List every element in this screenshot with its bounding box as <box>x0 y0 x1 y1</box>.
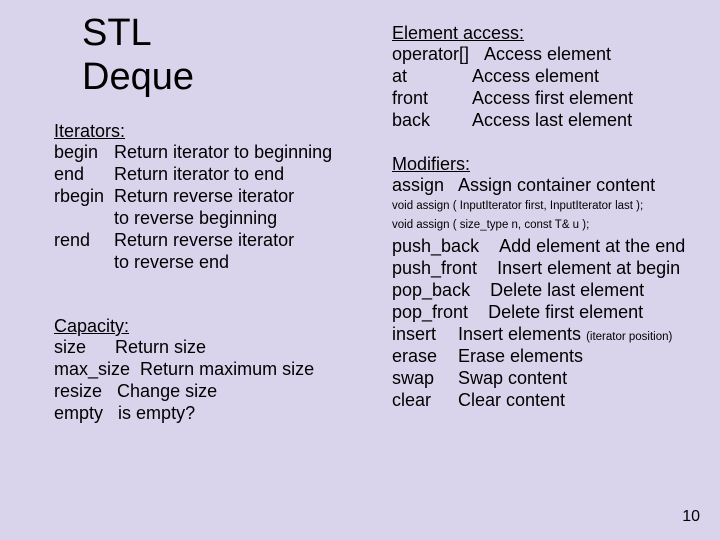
list-item: operator[] Access element <box>392 44 696 66</box>
title-line1: STL <box>82 12 152 54</box>
term: assign <box>392 175 458 197</box>
term: empty <box>54 403 103 423</box>
term: back <box>392 110 472 132</box>
desc: Return iterator to end <box>114 164 374 186</box>
list-item: to reverse beginning <box>54 208 374 230</box>
desc: Delete last element <box>490 280 644 300</box>
desc-text: Insert elements <box>458 324 581 344</box>
term: begin <box>54 142 114 164</box>
term: max_size <box>54 359 130 379</box>
desc: Change size <box>117 381 217 401</box>
desc: Add element at the end <box>499 236 685 256</box>
list-item: pop_front Delete first element <box>392 302 696 324</box>
term: at <box>392 66 472 88</box>
desc: Access element <box>484 44 696 66</box>
term: swap <box>392 368 458 390</box>
term: insert <box>392 324 458 346</box>
list-item: resize Change size <box>54 381 374 403</box>
list-item: push_front Insert element at begin <box>392 258 696 280</box>
desc: Insert element at begin <box>497 258 680 278</box>
desc: Access last element <box>472 110 696 132</box>
assign-signature-2: void assign ( size_type n, const T& u ); <box>392 218 696 232</box>
list-item: to reverse end <box>54 252 374 274</box>
term: front <box>392 88 472 110</box>
list-item: assign Assign container content <box>392 175 696 197</box>
list-item: empty is empty? <box>54 403 374 425</box>
term: size <box>54 337 110 359</box>
assign-signature-1: void assign ( InputIterator first, Input… <box>392 199 696 213</box>
left-column: Iterators: begin Return iterator to begi… <box>54 119 374 425</box>
desc: Insert elements (iterator position) <box>458 324 696 346</box>
slide: STL Deque Iterators: begin Return iterat… <box>0 0 720 540</box>
term: pop_back <box>392 280 470 300</box>
list-item: at Access element <box>392 66 696 88</box>
desc-note: (iterator position) <box>586 331 672 343</box>
term: clear <box>392 390 458 412</box>
desc: to reverse beginning <box>114 208 374 230</box>
term: push_back <box>392 236 479 256</box>
desc: to reverse end <box>114 252 374 274</box>
term: pop_front <box>392 302 468 322</box>
term: erase <box>392 346 458 368</box>
title-line2: Deque <box>82 56 194 98</box>
desc: Return size <box>115 337 206 357</box>
iterators-list: begin Return iterator to beginning end R… <box>54 142 374 274</box>
list-item: swap Swap content <box>392 368 696 390</box>
desc: Access first element <box>472 88 696 110</box>
capacity-heading: Capacity: <box>54 316 374 337</box>
desc: Return maximum size <box>140 359 314 379</box>
term: rbegin <box>54 186 114 208</box>
desc: Return iterator to beginning <box>114 142 374 164</box>
modifiers-heading: Modifiers: <box>392 154 696 175</box>
right-column: Element access: operator[] Access elemen… <box>392 21 696 425</box>
list-item: insert Insert elements (iterator positio… <box>392 324 696 346</box>
iterators-heading: Iterators: <box>54 121 374 142</box>
capacity-list: size Return size max_size Return maximum… <box>54 337 374 425</box>
desc: Return reverse iterator <box>114 186 374 208</box>
list-item: size Return size <box>54 337 374 359</box>
list-item: back Access last element <box>392 110 696 132</box>
desc: Delete first element <box>488 302 643 322</box>
element-access-heading: Element access: <box>392 23 696 44</box>
list-item: pop_back Delete last element <box>392 280 696 302</box>
term: rend <box>54 230 114 252</box>
list-item: push_back Add element at the end <box>392 236 696 258</box>
list-item: clear Clear content <box>392 390 696 412</box>
desc: Access element <box>472 66 696 88</box>
term: operator[] <box>392 44 484 66</box>
modifiers-list: assign Assign container content void ass… <box>392 175 696 411</box>
page-number: 10 <box>682 508 700 526</box>
list-item: rend Return reverse iterator <box>54 230 374 252</box>
term: end <box>54 164 114 186</box>
desc: Return reverse iterator <box>114 230 374 252</box>
columns: Iterators: begin Return iterator to begi… <box>54 119 696 425</box>
list-item: rbegin Return reverse iterator <box>54 186 374 208</box>
desc: is empty? <box>118 403 195 423</box>
term: push_front <box>392 258 477 278</box>
element-access-list: operator[] Access element at Access elem… <box>392 44 696 132</box>
desc: Assign container content <box>458 175 696 197</box>
term: resize <box>54 381 102 401</box>
list-item: erase Erase elements <box>392 346 696 368</box>
desc: Swap content <box>458 368 696 390</box>
desc: Erase elements <box>458 346 696 368</box>
desc: Clear content <box>458 390 696 412</box>
list-item: end Return iterator to end <box>54 164 374 186</box>
list-item: front Access first element <box>392 88 696 110</box>
list-item: max_size Return maximum size <box>54 359 374 381</box>
list-item: begin Return iterator to beginning <box>54 142 374 164</box>
